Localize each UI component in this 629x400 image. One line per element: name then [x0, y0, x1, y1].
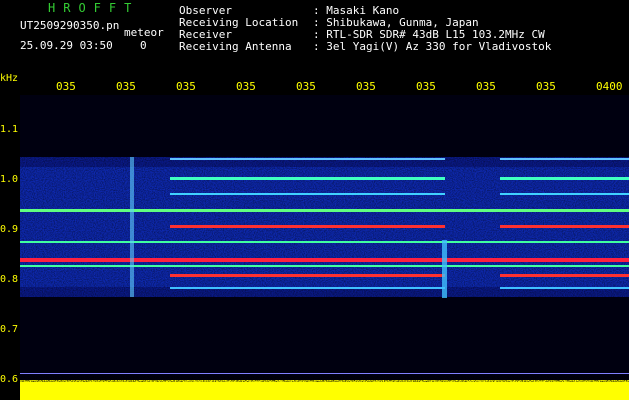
station-label: Receiving Antenna: [179, 40, 292, 53]
signal-line-hot: [20, 258, 629, 262]
signal-line: [500, 193, 629, 195]
spectrogram-plot: [20, 95, 629, 400]
signal-line: [500, 287, 629, 289]
amplitude-baseline: [20, 373, 629, 374]
signal-line-hot: [170, 225, 445, 228]
time-tick: 035: [536, 80, 556, 93]
signal-burst: [130, 157, 134, 297]
signal-line-hot: [500, 225, 629, 228]
signal-line: [170, 177, 445, 180]
app-title: HROFFT: [48, 1, 140, 15]
amplitude-strip: [20, 380, 629, 400]
filename-label: UT2509290350.pn: [20, 19, 120, 32]
amplitude-noise: [20, 376, 629, 382]
time-tick: 035: [416, 80, 436, 93]
signal-burst: [442, 240, 447, 298]
freq-tick: 0.7: [0, 324, 19, 335]
time-tick: 035: [56, 80, 76, 93]
frequency-unit-label: kHz: [0, 73, 19, 84]
signal-line-hot: [170, 274, 445, 277]
meteor-count: 0: [140, 39, 147, 52]
signal-line-hot: [500, 274, 629, 277]
datetime-label: 25.09.29 03:50: [20, 39, 113, 52]
signal-line: [20, 241, 629, 243]
signal-line: [20, 265, 629, 267]
freq-tick: 0.8: [0, 274, 19, 285]
freq-tick: 1.1: [0, 124, 19, 135]
signal-line: [500, 177, 629, 180]
time-tick: 035: [116, 80, 136, 93]
station-row-antenna: Receiving Antenna : 3el Yagi(V) Az 330 fo…: [179, 40, 551, 53]
signal-line: [20, 209, 629, 212]
time-tick: 035: [356, 80, 376, 93]
time-tick: 035: [176, 80, 196, 93]
signal-line: [500, 158, 629, 160]
freq-tick: 1.0: [0, 174, 19, 185]
meteor-tag: meteor: [124, 26, 164, 39]
time-tick: 0400: [596, 80, 623, 93]
signal-line: [170, 193, 445, 195]
freq-tick: 0.9: [0, 224, 19, 235]
freq-tick: 0.6: [0, 374, 19, 385]
time-tick: 035: [476, 80, 496, 93]
station-value: : 3el Yagi(V) Az 330 for Vladivostok: [313, 40, 552, 53]
time-tick: 035: [296, 80, 316, 93]
signal-line: [170, 287, 445, 289]
signal-line: [170, 158, 445, 160]
time-tick: 035: [236, 80, 256, 93]
